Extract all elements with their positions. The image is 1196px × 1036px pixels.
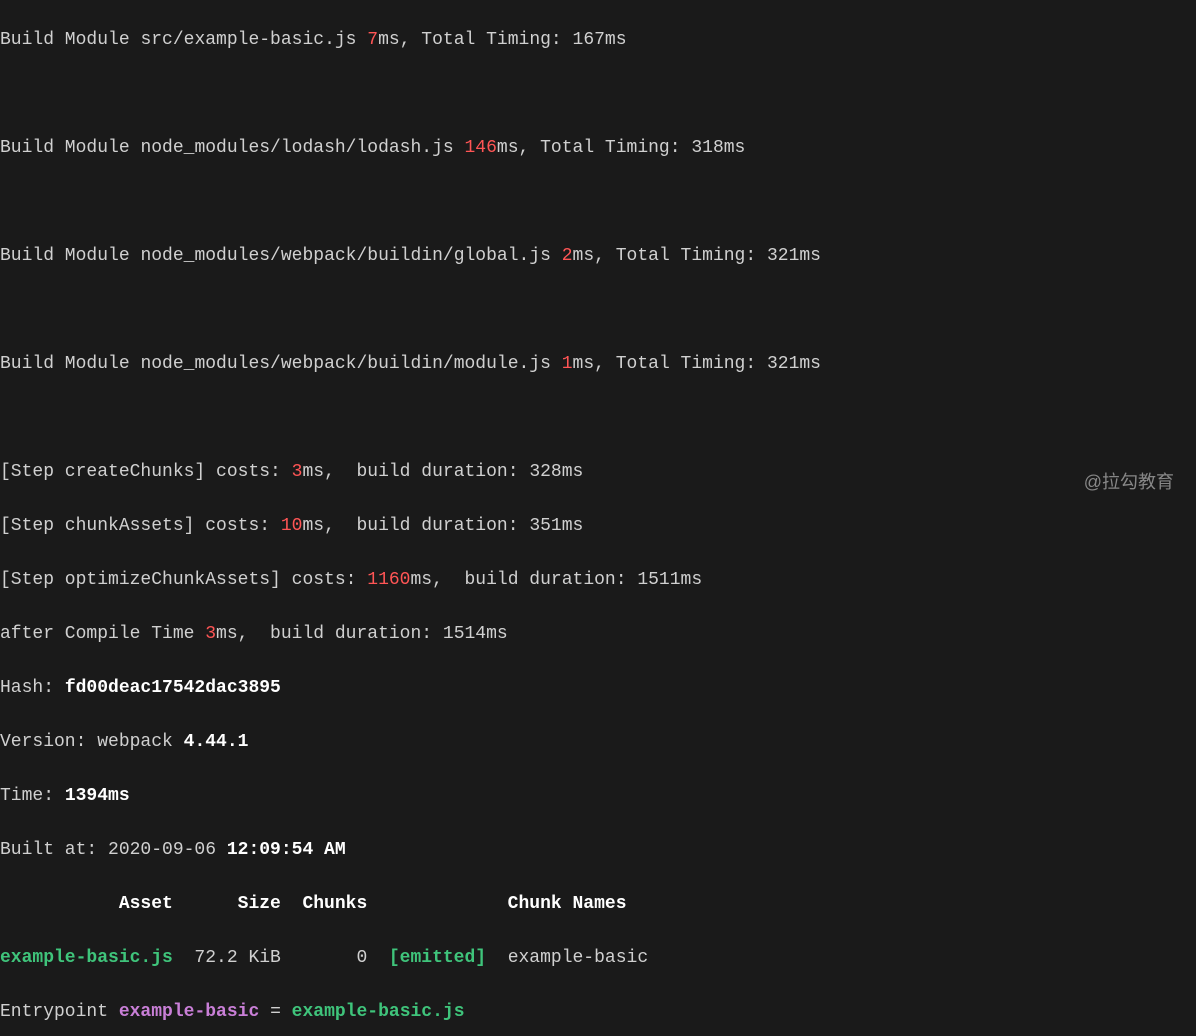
built-at-line: Built at: 2020-09-06 12:09:54 AM	[0, 837, 1196, 864]
hash-line: Hash: fd00deac17542dac3895	[0, 675, 1196, 702]
terminal-output: Build Module src/example-basic.js 7ms, T…	[0, 0, 1196, 1036]
build-module-line: Build Module src/example-basic.js 7ms, T…	[0, 27, 1196, 54]
step-line: [Step chunkAssets] costs: 10ms, build du…	[0, 513, 1196, 540]
build-module-line: Build Module node_modules/webpack/buildi…	[0, 243, 1196, 270]
step-line: [Step createChunks] costs: 3ms, build du…	[0, 459, 1196, 486]
watermark: @拉勾教育	[1084, 469, 1174, 496]
version-line: Version: webpack 4.44.1	[0, 729, 1196, 756]
asset-table-row: example-basic.js 72.2 KiB 0 [emitted] ex…	[0, 945, 1196, 972]
time-line: Time: 1394ms	[0, 783, 1196, 810]
build-module-line: Build Module node_modules/lodash/lodash.…	[0, 135, 1196, 162]
after-compile-line: after Compile Time 3ms, build duration: …	[0, 621, 1196, 648]
entrypoint-line: Entrypoint example-basic = example-basic…	[0, 999, 1196, 1026]
build-module-line: Build Module node_modules/webpack/buildi…	[0, 351, 1196, 378]
step-line: [Step optimizeChunkAssets] costs: 1160ms…	[0, 567, 1196, 594]
asset-table-header: Asset Size Chunks Chunk Names	[0, 891, 1196, 918]
